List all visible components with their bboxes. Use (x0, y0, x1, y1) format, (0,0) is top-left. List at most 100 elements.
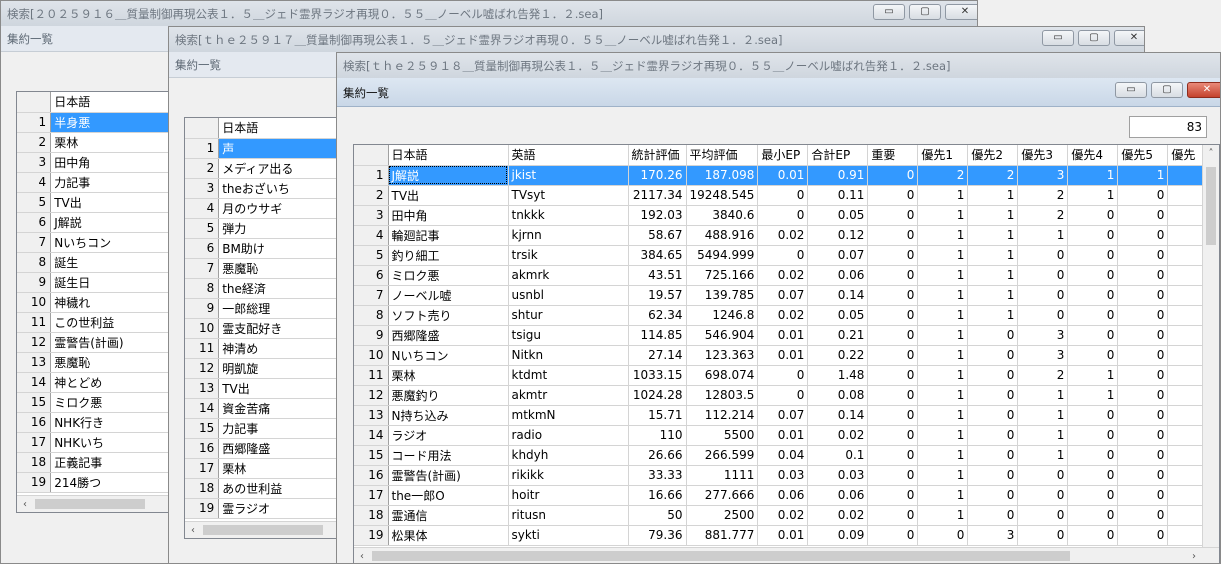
cell-priority-1[interactable]: 1 (917, 445, 969, 466)
cell-stat-score[interactable]: 110 (628, 425, 687, 446)
cell-importance[interactable]: 0 (867, 265, 919, 286)
cell-priority-5[interactable]: 0 (1117, 485, 1169, 506)
cell-importance[interactable]: 0 (867, 165, 919, 186)
cell-japanese[interactable]: 西郷隆盛 (388, 325, 509, 346)
cell-japanese[interactable]: 月のウサギ (218, 198, 348, 219)
column-header[interactable]: 優先5 (1117, 145, 1169, 166)
table-row[interactable]: 5 TV出 (17, 192, 170, 213)
table-row[interactable]: 11 栗林 ktdmt 1033.15 698.074 0 1.48 0 1 0 2 1 0 (354, 365, 1216, 386)
cell-priority-2[interactable]: 0 (967, 445, 1019, 466)
cell-japanese[interactable]: 神穢れ (50, 292, 170, 313)
cell-avg-score[interactable]: 123.363 (686, 345, 759, 366)
cell-priority-3[interactable]: 0 (1017, 525, 1069, 546)
cell-priority-3[interactable]: 1 (1017, 425, 1069, 446)
cell-importance[interactable]: 0 (867, 285, 919, 306)
cell-min-ep[interactable]: 0 (757, 185, 809, 206)
cell-sum-ep[interactable]: 0.06 (807, 485, 869, 506)
cell-japanese[interactable]: 悪魔恥 (218, 258, 348, 279)
table-row[interactable]: 1 J解説 jkist 170.26 187.098 0.01 0.91 0 2 2 3 1 1 (354, 165, 1216, 186)
cell-priority-4[interactable]: 0 (1067, 405, 1119, 426)
column-header[interactable]: 最小EP (757, 145, 809, 166)
cell-japanese[interactable]: ミロク悪 (388, 265, 509, 286)
table-row[interactable]: 16 西郷隆盛 (185, 438, 348, 459)
table-row[interactable]: 10 神穢れ (17, 292, 170, 313)
cell-priority-3[interactable]: 0 (1017, 305, 1069, 326)
table-row[interactable]: 15 力記事 (185, 418, 348, 439)
close-button[interactable]: ✕ (945, 4, 977, 20)
column-header[interactable]: 平均評価 (686, 145, 759, 166)
cell-japanese[interactable]: 214勝つ (50, 472, 170, 493)
cell-sum-ep[interactable]: 0.09 (807, 525, 869, 546)
cell-priority-1[interactable]: 1 (917, 265, 969, 286)
cell-avg-score[interactable]: 881.777 (686, 525, 759, 546)
minimize-button[interactable]: ▭ (1115, 82, 1147, 98)
cell-stat-score[interactable]: 384.65 (628, 245, 687, 266)
table-row[interactable]: 18 あの世利益 (185, 478, 348, 499)
table-row[interactable]: 17 栗林 (185, 458, 348, 479)
cell-japanese[interactable]: ノーベル嘘 (388, 285, 509, 306)
cell-japanese[interactable]: NHK行き (50, 412, 170, 433)
summary-hscroll[interactable]: ‹ › (354, 547, 1219, 563)
cell-importance[interactable]: 0 (867, 225, 919, 246)
cell-min-ep[interactable]: 0 (757, 365, 809, 386)
cell-priority-5[interactable]: 0 (1117, 185, 1169, 206)
cell-priority-4[interactable]: 0 (1067, 205, 1119, 226)
cell-importance[interactable]: 0 (867, 325, 919, 346)
cell-english[interactable]: trsik (508, 245, 629, 266)
scroll-left-icon[interactable]: ‹ (185, 522, 201, 538)
cell-japanese[interactable]: the経済 (218, 278, 348, 299)
cell-sum-ep[interactable]: 0.03 (807, 465, 869, 486)
table-row[interactable]: 7 悪魔恥 (185, 258, 348, 279)
cell-japanese[interactable]: TV出 (388, 185, 509, 206)
cell-japanese[interactable]: 弾力 (218, 218, 348, 239)
cell-avg-score[interactable]: 266.599 (686, 445, 759, 466)
cell-priority-4[interactable]: 0 (1067, 505, 1119, 526)
table-row[interactable]: 14 資金苦痛 (185, 398, 348, 419)
cell-importance[interactable]: 0 (867, 425, 919, 446)
cell-english[interactable]: usnbl (508, 285, 629, 306)
scroll-left-icon[interactable]: ‹ (17, 496, 33, 512)
cell-stat-score[interactable]: 2117.34 (628, 185, 687, 206)
cell-priority-3[interactable]: 3 (1017, 165, 1069, 186)
cell-japanese[interactable]: この世利益 (50, 312, 170, 333)
cell-priority-2[interactable]: 0 (967, 405, 1019, 426)
table-row[interactable]: 6 J解説 (17, 212, 170, 233)
cell-japanese[interactable]: Nいちコン (388, 345, 509, 366)
cell-priority-3[interactable]: 0 (1017, 485, 1069, 506)
maximize-button[interactable]: ▢ (909, 4, 941, 20)
cell-priority-2[interactable]: 1 (967, 305, 1019, 326)
cell-priority-1[interactable]: 1 (917, 405, 969, 426)
cell-japanese[interactable]: 霊警告(計画) (388, 465, 509, 486)
cell-min-ep[interactable]: 0.07 (757, 405, 809, 426)
cell-english[interactable]: tsigu (508, 325, 629, 346)
column-header[interactable]: 合計EP (807, 145, 869, 166)
cell-stat-score[interactable]: 79.36 (628, 525, 687, 546)
cell-priority-2[interactable]: 0 (967, 385, 1019, 406)
cell-min-ep[interactable]: 0 (757, 205, 809, 226)
cell-japanese[interactable]: 栗林 (218, 458, 348, 479)
cell-avg-score[interactable]: 1111 (686, 465, 759, 486)
cell-priority-4[interactable]: 0 (1067, 305, 1119, 326)
cell-stat-score[interactable]: 26.66 (628, 445, 687, 466)
table-row[interactable]: 1声 (185, 138, 348, 159)
cell-min-ep[interactable]: 0.02 (757, 225, 809, 246)
cell-priority-2[interactable]: 0 (967, 505, 1019, 526)
cell-priority-4[interactable]: 1 (1067, 385, 1119, 406)
cell-japanese[interactable]: 力記事 (50, 172, 170, 193)
cell-japanese[interactable]: N持ち込み (388, 405, 509, 426)
cell-sum-ep[interactable]: 0.14 (807, 285, 869, 306)
cell-priority-4[interactable]: 0 (1067, 445, 1119, 466)
cell-priority-5[interactable]: 0 (1117, 385, 1169, 406)
cell-english[interactable]: akmrk (508, 265, 629, 286)
cell-priority-5[interactable]: 0 (1117, 505, 1169, 526)
cell-priority-2[interactable]: 1 (967, 285, 1019, 306)
table-row[interactable]: 15 コード用法 khdyh 26.66 266.599 0.04 0.1 0 1 0 1 0 0 (354, 445, 1216, 466)
cell-priority-2[interactable]: 0 (967, 345, 1019, 366)
cell-avg-score[interactable]: 139.785 (686, 285, 759, 306)
cell-priority-3[interactable]: 0 (1017, 465, 1069, 486)
table-row[interactable]: 4 輪廻記事 kjrnn 58.67 488.916 0.02 0.12 0 1 1 1 0 0 (354, 225, 1216, 246)
cell-priority-3[interactable]: 1 (1017, 385, 1069, 406)
cell-english[interactable]: hoitr (508, 485, 629, 506)
table-row[interactable]: 9 一郎総理 (185, 298, 348, 319)
cell-priority-4[interactable]: 0 (1067, 325, 1119, 346)
